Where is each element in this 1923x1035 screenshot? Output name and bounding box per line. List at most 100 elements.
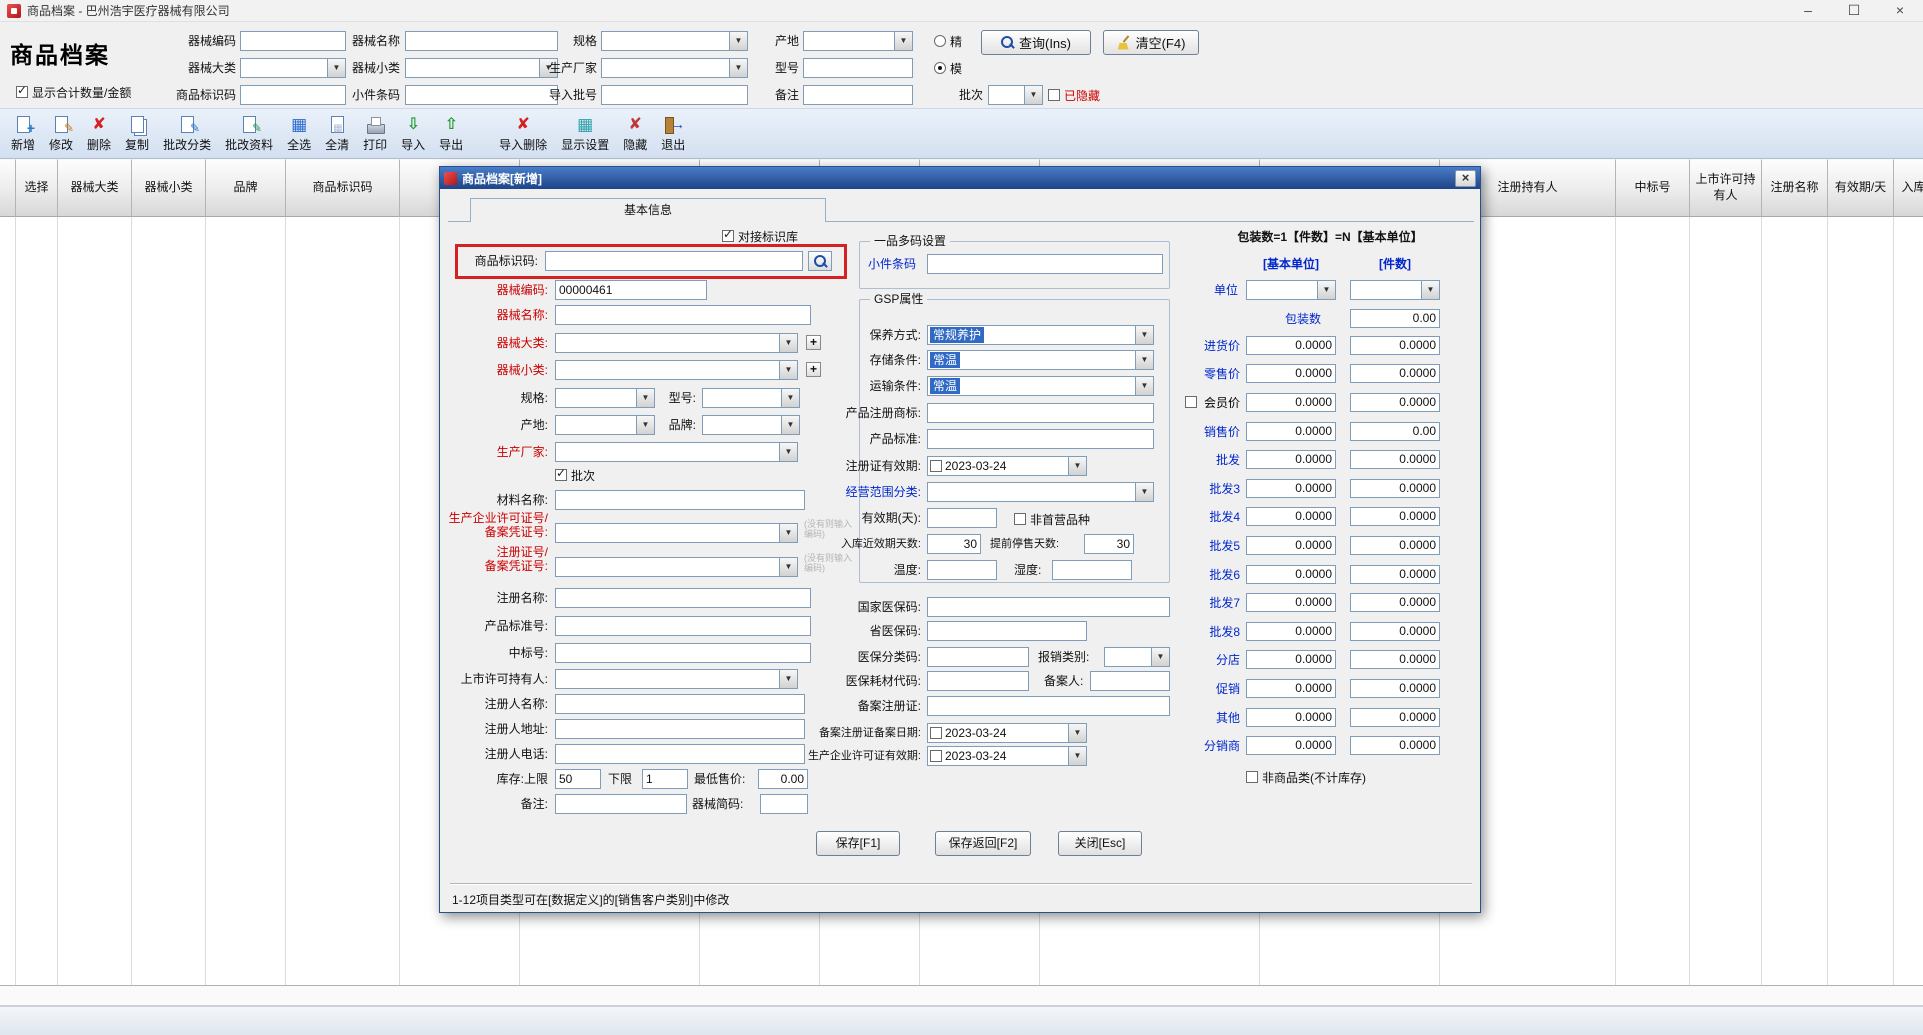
- min-price-input[interactable]: 0.00: [758, 769, 808, 789]
- base-unit-price-box[interactable]: 0.0000: [1246, 507, 1336, 526]
- member-price-checkbox[interactable]: [1185, 396, 1197, 408]
- toolbar-button[interactable]: 批改分类: [156, 110, 218, 158]
- subcategory-select[interactable]: [555, 360, 798, 380]
- column-header[interactable]: 商品标识码: [286, 159, 400, 217]
- toolbar-button[interactable]: 复制: [118, 110, 156, 158]
- spec-select[interactable]: [601, 31, 748, 51]
- temperature-input[interactable]: [927, 560, 997, 580]
- base-unit-select[interactable]: [1246, 280, 1336, 300]
- valid-days-input[interactable]: [927, 508, 997, 528]
- import-batch-input[interactable]: [601, 85, 748, 105]
- origin-select[interactable]: [555, 415, 655, 435]
- trademark-input[interactable]: [927, 403, 1154, 423]
- piece-barcode-link[interactable]: 小件条码: [868, 254, 916, 274]
- base-unit-price-box[interactable]: 0.0000: [1246, 622, 1336, 641]
- column-header[interactable]: 器械大类: [58, 159, 132, 217]
- maker-license-valid-datepicker[interactable]: 2023-03-24: [927, 746, 1087, 766]
- precise-radio[interactable]: 精: [934, 33, 962, 49]
- business-scope-select[interactable]: [927, 482, 1154, 502]
- registrant-phone-input[interactable]: [555, 744, 805, 764]
- reimburse-type-select[interactable]: [1104, 647, 1170, 667]
- brand-select[interactable]: [702, 415, 800, 435]
- spec-select[interactable]: [555, 388, 655, 408]
- piece-price-box[interactable]: 0.0000: [1350, 708, 1440, 727]
- stock-upper-input[interactable]: 50: [555, 769, 601, 789]
- device-subcategory-select[interactable]: [405, 58, 558, 78]
- registrant-name-input[interactable]: [555, 694, 805, 714]
- material-input[interactable]: [555, 490, 805, 510]
- non-product-checkbox[interactable]: 非商品类(不计库存): [1246, 769, 1366, 785]
- maker-license-select[interactable]: [555, 523, 798, 543]
- device-name-input[interactable]: [405, 31, 558, 51]
- column-header[interactable]: 器械小类: [132, 159, 206, 217]
- clear-button[interactable]: 清空(F4): [1103, 30, 1199, 55]
- registrant-address-input[interactable]: [555, 719, 805, 739]
- license-holder-select[interactable]: [555, 669, 798, 689]
- maximize-button[interactable]: ☐: [1831, 0, 1877, 22]
- batch-select[interactable]: [988, 85, 1043, 105]
- base-unit-price-box[interactable]: 0.0000: [1246, 536, 1336, 555]
- piece-price-box[interactable]: 0.0000: [1350, 450, 1440, 469]
- save-button[interactable]: 保存[F1]: [816, 831, 900, 856]
- national-med-code-input[interactable]: [927, 597, 1170, 617]
- filer-input[interactable]: [1090, 671, 1170, 691]
- column-header[interactable]: 上市许可持有人: [1690, 159, 1762, 217]
- sku-input[interactable]: [545, 251, 803, 271]
- piece-price-box[interactable]: 0.0000: [1350, 536, 1440, 555]
- maintenance-select[interactable]: 常规养护: [927, 325, 1154, 345]
- near-expiry-days-input[interactable]: 30: [927, 534, 981, 554]
- transport-select[interactable]: 常温: [927, 376, 1154, 396]
- base-unit-price-box[interactable]: 0.0000: [1246, 593, 1336, 612]
- piece-price-box[interactable]: 0.0000: [1350, 593, 1440, 612]
- link-id-library-checkbox[interactable]: 对接标识库: [722, 228, 798, 244]
- piece-price-box[interactable]: 0.0000: [1350, 479, 1440, 498]
- base-unit-price-box[interactable]: 0.0000: [1246, 336, 1336, 355]
- tab-basic-info[interactable]: 基本信息: [470, 198, 826, 222]
- med-class-code-input[interactable]: [927, 647, 1029, 667]
- piece-price-box[interactable]: 0.0000: [1350, 736, 1440, 755]
- column-header[interactable]: 中标号: [1616, 159, 1690, 217]
- close-button[interactable]: ×: [1877, 0, 1923, 22]
- bid-no-input[interactable]: [555, 643, 811, 663]
- model-select[interactable]: [702, 388, 800, 408]
- toolbar-button[interactable]: 全选: [280, 110, 318, 158]
- piece-price-box[interactable]: 0.0000: [1350, 622, 1440, 641]
- toolbar-button[interactable]: 隐藏: [616, 110, 654, 158]
- piece-price-box[interactable]: 0.0000: [1350, 565, 1440, 584]
- column-header[interactable]: 选择: [16, 159, 58, 217]
- base-unit-price-box[interactable]: 0.0000: [1246, 736, 1336, 755]
- column-header[interactable]: 品牌: [206, 159, 286, 217]
- toolbar-button[interactable]: 导入: [394, 110, 432, 158]
- minimize-button[interactable]: –: [1785, 0, 1831, 22]
- device-category-select[interactable]: [240, 58, 346, 78]
- query-button[interactable]: 查询(Ins): [981, 30, 1091, 55]
- reg-cert-select[interactable]: [555, 557, 798, 577]
- manufacturer-select[interactable]: [555, 442, 798, 462]
- toolbar-button[interactable]: 打印: [356, 110, 394, 158]
- toolbar-button[interactable]: 显示设置: [554, 110, 616, 158]
- base-unit-price-box[interactable]: 0.0000: [1246, 393, 1336, 412]
- piece-price-box[interactable]: 0.0000: [1350, 650, 1440, 669]
- remark-input[interactable]: [803, 85, 913, 105]
- remark-input[interactable]: [555, 794, 687, 814]
- province-med-code-input[interactable]: [927, 621, 1087, 641]
- fuzzy-radio[interactable]: 模: [934, 60, 962, 76]
- product-standard-input[interactable]: [927, 429, 1154, 449]
- pack-qty-input[interactable]: 0.00: [1350, 309, 1440, 328]
- reg-name-input[interactable]: [555, 588, 811, 608]
- base-unit-price-box[interactable]: 0.0000: [1246, 479, 1336, 498]
- save-return-button[interactable]: 保存返回[F2]: [935, 831, 1031, 856]
- batch-checkbox[interactable]: 批次: [555, 467, 595, 483]
- device-code-input[interactable]: [240, 31, 346, 51]
- base-unit-price-box[interactable]: 0.0000: [1246, 565, 1336, 584]
- toolbar-button[interactable]: 导入删除: [492, 110, 554, 158]
- hidden-checkbox[interactable]: 已隐藏: [1048, 87, 1100, 103]
- name-input[interactable]: [555, 305, 811, 325]
- toolbar-button[interactable]: 全清: [318, 110, 356, 158]
- toolbar-button[interactable]: 删除: [80, 110, 118, 158]
- filing-cert-input[interactable]: [927, 696, 1170, 716]
- base-unit-price-box[interactable]: 0.0000: [1246, 422, 1336, 441]
- base-unit-price-box[interactable]: 0.0000: [1246, 679, 1336, 698]
- column-header[interactable]: 入库近效期天数: [1894, 159, 1923, 217]
- med-material-code-input[interactable]: [927, 671, 1029, 691]
